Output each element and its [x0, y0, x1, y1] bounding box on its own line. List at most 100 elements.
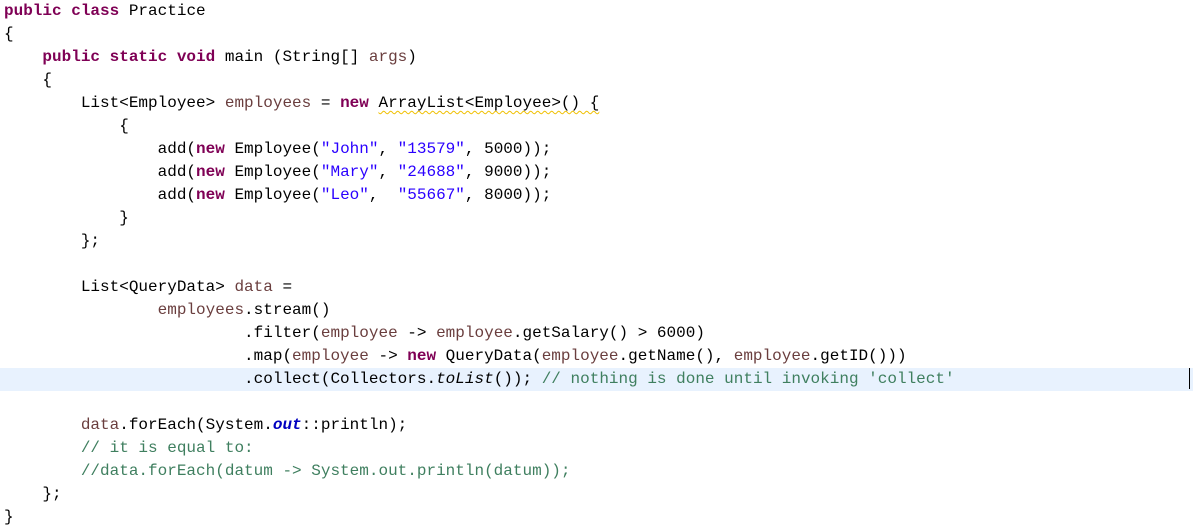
code-token: .getName(), [618, 347, 734, 365]
code-line[interactable]: { [0, 115, 1193, 138]
code-line[interactable]: add(new Employee("Leo", "55667", 8000)); [0, 184, 1193, 207]
code-token: .map( [4, 347, 293, 365]
code-token: employees [157, 301, 245, 319]
code-line[interactable]: .collect(Collectors.toList()); // nothin… [0, 368, 1193, 391]
code-token: "Mary" [320, 163, 379, 181]
code-token: main (String[] [224, 48, 369, 66]
code-line-text: add(new Employee("John", "13579", 5000))… [4, 138, 552, 161]
code-token: args [368, 48, 408, 66]
code-line-text: employees.stream() [4, 299, 331, 322]
code-line[interactable]: }; [0, 230, 1193, 253]
code-line-text: add(new Employee("Leo", "55667", 8000)); [4, 184, 552, 207]
code-token: new [340, 94, 379, 112]
code-token: public static void [4, 48, 225, 66]
code-line-text: } [4, 506, 14, 529]
code-token: ::println); [301, 416, 408, 434]
code-token: "24688" [397, 163, 465, 181]
code-token: employees [224, 94, 312, 112]
code-line-text: { [4, 115, 129, 138]
code-token: -> [368, 347, 408, 365]
code-token: //data.forEach(datum -> System.out.print… [4, 462, 571, 480]
code-line[interactable]: employees.stream() [0, 299, 1193, 322]
code-line[interactable]: public static void main (String[] args) [0, 46, 1193, 69]
code-line[interactable]: data.forEach(System.out::println); [0, 414, 1193, 437]
code-line[interactable]: List<QueryData> data = [0, 276, 1193, 299]
code-token: }; [4, 485, 62, 503]
code-line-text: }; [4, 483, 62, 506]
code-token: .stream() [244, 301, 331, 319]
code-token: add( [4, 140, 197, 158]
code-line[interactable] [0, 391, 1193, 414]
code-token: add( [4, 186, 197, 204]
code-token: .filter( [4, 324, 321, 342]
code-token: = [311, 94, 341, 112]
code-token: { [4, 71, 53, 89]
code-line[interactable]: .map(employee -> new QueryData(employee.… [0, 345, 1193, 368]
code-line[interactable]: add(new Employee("Mary", "24688", 9000))… [0, 161, 1193, 184]
code-line[interactable]: // it is equal to: [0, 437, 1193, 460]
code-line[interactable]: List<Employee> employees = new ArrayList… [0, 92, 1193, 115]
code-token: Employee( [234, 186, 321, 204]
code-line[interactable]: public class Practice [0, 0, 1193, 23]
code-token: Practice [128, 2, 206, 20]
code-token: , [378, 163, 398, 181]
code-token: employee [436, 324, 513, 342]
code-line[interactable]: .filter(employee -> employee.getSalary()… [0, 322, 1193, 345]
code-token: // nothing is done until invoking 'colle… [541, 370, 955, 388]
code-token: .forEach(System. [119, 416, 273, 434]
code-token: ()); [493, 370, 542, 388]
code-token: , 9000)); [464, 163, 552, 181]
code-token: } [4, 508, 14, 526]
code-token: "55667" [397, 186, 465, 204]
code-token: employee [320, 324, 398, 342]
code-token: new [196, 186, 235, 204]
code-token: { [4, 25, 14, 43]
code-token: Employee( [234, 163, 321, 181]
code-token: .getID())) [810, 347, 907, 365]
code-line-text: } [4, 207, 129, 230]
code-token: new [196, 163, 235, 181]
code-token: = [272, 278, 293, 296]
code-line[interactable]: } [0, 207, 1193, 230]
code-line-text: .collect(Collectors.toList()); // nothin… [4, 368, 955, 391]
code-token: , 8000)); [464, 186, 552, 204]
code-editor[interactable]: public class Practice { public static voi… [0, 0, 1193, 531]
code-token: .getSalary() > 6000) [512, 324, 705, 342]
code-line-text: .map(employee -> new QueryData(employee.… [4, 345, 907, 368]
code-token: new [196, 140, 235, 158]
code-token: , [378, 140, 398, 158]
code-line[interactable] [0, 253, 1193, 276]
code-token: add( [4, 163, 197, 181]
code-token: List<Employee> [4, 94, 225, 112]
code-token: }; [4, 232, 101, 250]
code-line-text: List<QueryData> data = [4, 276, 292, 299]
code-line-text: .filter(employee -> employee.getSalary()… [4, 322, 705, 345]
code-token: -> [397, 324, 437, 342]
code-line-text: add(new Employee("Mary", "24688", 9000))… [4, 161, 552, 184]
code-line[interactable]: //data.forEach(datum -> System.out.print… [0, 460, 1193, 483]
code-token: employee [292, 347, 369, 365]
text-cursor [1189, 368, 1190, 389]
code-token: employee [541, 347, 619, 365]
code-token: .collect(Collectors. [4, 370, 437, 388]
code-line[interactable]: } [0, 506, 1193, 529]
code-token: , [368, 186, 398, 204]
code-token: "13579" [397, 140, 465, 158]
code-line[interactable]: { [0, 23, 1193, 46]
code-token: toList [436, 370, 494, 388]
code-token: ArrayList<Employee>() { [378, 94, 600, 112]
code-line-text: { [4, 69, 52, 92]
code-token: public class [4, 2, 129, 20]
code-line[interactable]: add(new Employee("John", "13579", 5000))… [0, 138, 1193, 161]
code-line[interactable]: { [0, 69, 1193, 92]
code-line-text: data.forEach(System.out::println); [4, 414, 407, 437]
code-token: out [272, 416, 302, 434]
code-line-text: //data.forEach(datum -> System.out.print… [4, 460, 571, 483]
code-token: "Leo" [320, 186, 369, 204]
code-token: { [4, 117, 129, 135]
code-token: data [80, 416, 120, 434]
code-line[interactable]: }; [0, 483, 1193, 506]
code-token: "John" [320, 140, 379, 158]
code-line-text: public class Practice [4, 0, 206, 23]
